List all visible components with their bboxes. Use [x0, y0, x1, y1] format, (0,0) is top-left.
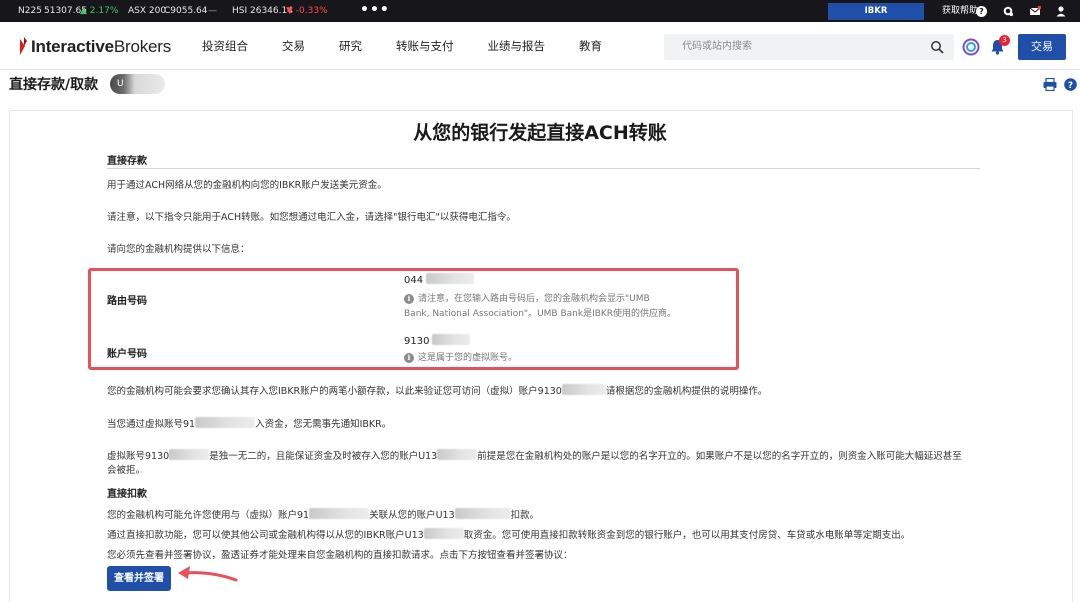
nav-research[interactable]: 研究 [339, 22, 362, 70]
debit-function-text-a: 通过直接扣款功能，您可以使其他公司或金融机构得以从您的IBKR账户U13 [107, 530, 424, 541]
provide-info-text: 请向您的金融机构提供以下信息： [107, 244, 250, 255]
ticker-n225-label[interactable]: N225 [18, 0, 42, 22]
nav-portfolio[interactable]: 投资组合 [202, 22, 248, 70]
ticker-n225-change: ▲ 2.17% [80, 6, 119, 16]
redacted-block [432, 334, 471, 345]
page-help-icon[interactable]: ? [1064, 78, 1077, 91]
routing-number-label: 路由号码 [107, 296, 147, 307]
svg-text:?: ? [1068, 81, 1073, 91]
main-header: InteractiveBrokers 投资组合 交易 研究 转账与支付 业绩与报… [0, 22, 1080, 70]
no-notice-text-a: 当您通过虚拟账号91 [107, 419, 196, 430]
ach-only-note: 请注意，以下指令只能用于ACH转账。如您想通过电汇入金，请选择"银行电汇"以获得… [107, 212, 516, 223]
unique-account-text-b: 是独一无二的，且能保证资金及时被存入您的账户U13 [209, 451, 438, 462]
market-ticker-bar: N225 51307.65 ▲ 2.17% ASX 200 C9055.64 —… [0, 0, 1080, 33]
redacted-block [561, 384, 606, 395]
account-number-label: 账户号码 [107, 349, 147, 360]
print-icon[interactable] [1043, 78, 1057, 91]
deposit-description: 用于通过ACH网络从您的金融机构向您的IBKR账户发送美元资金。 [107, 180, 387, 191]
routing-number-note: i 请注意，在您输入路由号码后，您的金融机构会显示"UMB Bank, Natio… [404, 292, 676, 322]
review-and-sign-button[interactable]: 查看并签署 [107, 566, 171, 591]
ticker-asx-value: C9055.64 [164, 6, 208, 16]
forecast-trader-button[interactable]: IBKR ForecastTrader [828, 3, 924, 33]
sign-agreement-note: 您必须先查看并签署协议，盈透证券才能处理来自您金融机构的直接扣款请求。点击下方按… [107, 550, 573, 561]
unique-account-note: 虚拟账号9130 是独一无二的，且能保证资金及时被存入您的账户U13 前提是您在金融… [107, 448, 962, 462]
micro-deposit-text-a: 您的金融机构可能会要求您确认其存入您IBKR账户的两笔小额存款，以此来验证您可访… [107, 386, 562, 397]
no-notice-text-b: 入资金，您无需事先通知IBKR。 [255, 419, 392, 430]
nav-performance-reports[interactable]: 业绩与报告 [488, 22, 546, 70]
ibkr-logo[interactable]: InteractiveBrokers [18, 36, 171, 58]
unique-account-text-a: 虚拟账号9130 [107, 451, 170, 462]
help-question-icon[interactable]: ? [976, 6, 987, 17]
logo-text-bold: Interactive [31, 37, 114, 56]
micro-deposit-note: 您的金融机构可能会要求您确认其存入您IBKR账户的两笔小额存款，以此来验证您可访… [107, 383, 767, 397]
ticker-hsi-change: ▼ -0.33% [286, 6, 328, 16]
section-divider [107, 168, 980, 169]
micro-deposit-text-b: 请根据您的金融机构提供的说明操作。 [605, 386, 768, 397]
account-selector-pill[interactable]: U [110, 74, 165, 94]
ticker-asx-change: — [208, 6, 217, 16]
redacted-block [309, 508, 370, 519]
redacted-block [454, 508, 511, 519]
routing-note-line-2: Bank, National Association"。UMB Bank是IBK… [404, 309, 677, 319]
redacted-block [195, 417, 256, 428]
ticker-asx-label[interactable]: ASX 200 [128, 0, 166, 22]
notifications-badge: 3 [999, 35, 1010, 46]
debit-function-note: 通过直接扣款功能，您可以使其他公司或金融机构得以从您的IBKR账户U13 取资金。… [107, 527, 910, 541]
routing-number-text: 044 [404, 275, 424, 286]
unique-account-note-end: 会被拒。 [107, 465, 146, 476]
nav-education[interactable]: 教育 [579, 22, 602, 70]
routing-note-line-1: 请注意，在您输入路由号码后，您的金融机构会显示"UMB [418, 294, 650, 304]
search-placeholder: 代码或站内搜索 [682, 41, 752, 52]
ticker-hsi-label[interactable]: HSI [232, 0, 247, 22]
account-note-text: 这是属于您的虚拟账号。 [418, 353, 518, 363]
ibkr-logo-mark-icon [20, 37, 27, 55]
redacted-block [437, 449, 478, 460]
mail-icon[interactable] [1029, 5, 1041, 17]
ticker-more-icon[interactable]: ••• [360, 0, 390, 20]
account-number-value: 9130 [404, 334, 471, 347]
direct-debit-title: 直接扣款 [107, 489, 147, 500]
nav-trade[interactable]: 交易 [282, 22, 305, 70]
user-icon[interactable] [1055, 5, 1067, 17]
debit-function-text-b: 取资金。您可使用直接扣款转账资金到您的银行账户，也可以用其支付房贷、车贷或水电账… [463, 530, 911, 541]
redacted-block [426, 273, 475, 284]
help-link[interactable]: 获取帮助 [942, 0, 978, 22]
nav-transfer-pay[interactable]: 转账与支付 [396, 22, 454, 70]
ach-heading: 从您的银行发起直接ACH转账 [413, 122, 667, 144]
assistant-icon[interactable] [962, 38, 980, 56]
gear-icon[interactable] [1002, 5, 1014, 17]
account-number-note: i 这是属于您的虚拟账号。 [404, 351, 517, 366]
logo-text-light: Brokers [113, 37, 172, 56]
no-notice-note: 当您通过虚拟账号91 入资金，您无需事先通知IBKR。 [107, 416, 391, 430]
page-title: 直接存款/取款 [9, 77, 99, 93]
debit-permission-note: 您的金融机构可能允许您使用与（虚拟）账户91 关联从您的账户U13 扣款。 [107, 507, 539, 521]
info-icon: i [404, 294, 414, 304]
redacted-block [423, 528, 464, 539]
account-number-text: 9130 [404, 336, 430, 347]
main-nav: 投资组合 交易 研究 转账与支付 业绩与报告 教育 [202, 22, 636, 70]
info-icon: i [404, 353, 414, 363]
trade-button[interactable]: 交易 [1018, 34, 1066, 60]
redacted-block [169, 449, 210, 460]
debit-permission-text-a: 您的金融机构可能允许您使用与（虚拟）账户91 [107, 510, 310, 521]
unique-account-text-c: 前提是您在金融机构处的账户是以您的名字开立的。如果账户不是以您的名字开立的，则资… [477, 451, 962, 462]
debit-permission-text-b: 关联从您的账户U13 [369, 510, 455, 521]
debit-permission-text-c: 扣款。 [510, 510, 540, 521]
direct-deposit-title: 直接存款 [107, 156, 147, 167]
routing-number-value: 044 [404, 273, 475, 286]
site-search-input[interactable]: 代码或站内搜索 [664, 34, 954, 60]
pointer-arrow-icon [178, 566, 238, 582]
search-icon[interactable] [930, 40, 944, 54]
